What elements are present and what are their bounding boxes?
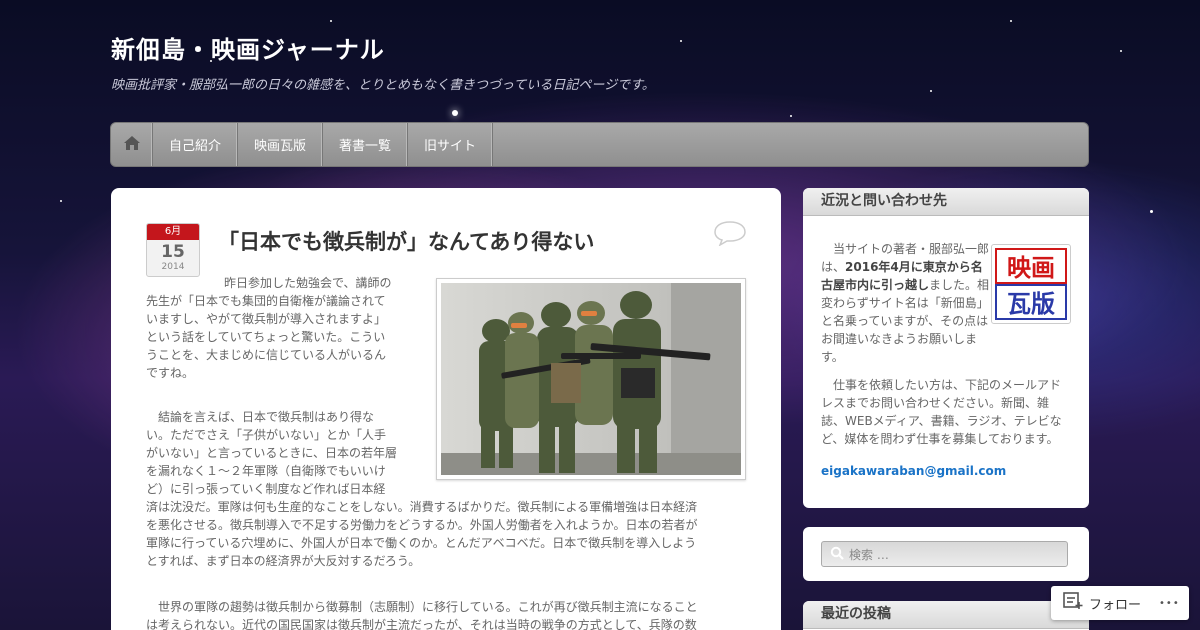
text-line: ですね。 [146,366,195,380]
search-placeholder: 検索 … [849,547,889,562]
post-paragraph-1: 昨日参加した勉強会で、講師の 先生が「日本でも集団的自衛権が議論されて いますし… [146,274,416,382]
logo-text-bottom: 瓦版 [1007,290,1055,318]
contact-text: 当サイトの著者・服部弘一郎は、2016年4月に東京から名古屋市内に引っ越しました… [821,240,991,366]
site-description: 映画批評家・服部弘一郎の日々の雑感を、とりとめもなく書きつづっている日記ページで… [111,78,655,93]
nav-home-button[interactable] [111,123,153,166]
text-line: という話をしていてちょっと驚いた。こうい [146,330,386,344]
sidebar-widget-contact: 近況と問い合わせ先 当サイトの著者・服部弘一郎は、2016年4月に東京から名古屋… [803,188,1089,508]
text-line: がいない」と言っているときに、日本の若年層 [146,446,398,460]
comment-bubble-icon[interactable] [713,220,747,247]
text-line: 結論を言えば、日本で徴兵制はあり得な [158,410,375,424]
text-line: 昨日参加した勉強会で、講師の [224,276,392,290]
post-date-month: 6月 [147,224,199,240]
text-line: い。ただでさえ「子供がいない」とか「人手 [146,428,387,442]
nav-item-books[interactable]: 著書一覧 [323,123,409,166]
follow-icon [1063,592,1083,614]
post-paragraph-2: 結論を言えば、日本で徴兵制はあり得な い。ただでさえ「子供がいない」とか「人手 … [146,408,746,570]
post-date-badge: 6月 15 2014 [146,223,200,277]
sidebar-widget-recent-posts: 最近の投稿 [803,601,1089,630]
text-line: 世界の軍隊の趨勢は徴兵制から徴募制（志願制）に移行している。これが再び徴兵制主流… [158,600,698,614]
post-date-day: 15 [161,242,185,262]
eiga-kawaraban-logo[interactable]: 映画 瓦版 [991,244,1071,324]
text-line: を悪化させる。徴兵制導入で不足する労働力をどうするか。外国人労働者を入れようか。… [146,518,698,532]
contact-email-link[interactable]: eigakawaraban@gmail.com [821,464,1006,478]
home-icon [123,135,141,155]
search-input[interactable]: 検索 … [821,541,1068,567]
text-line: いますし、やがて徴兵制が導入されますよ」 [146,312,387,326]
nav-item-profile[interactable]: 自己紹介 [153,123,239,166]
text-line: 先生が「日本でも集団的自衛権が議論されて [146,294,386,308]
widget-title-recent-posts: 最近の投稿 [803,601,1089,629]
contact-text-2: 仕事を依頼したい方は、下記のメールアドレスまでお問い合わせください。新聞、雑誌、… [821,376,1071,448]
text-line: 軍隊に行っている穴埋めに、外国人が日本で働くのか。とんだアベコベだ。日本で徴兵制… [146,536,697,550]
text-line: ど）に引っ張っていく制度など作れば日本経 [146,482,386,496]
post-date-year: 2014 [161,262,185,272]
follow-label: フォロー [1089,597,1142,613]
contact-text-2-body: 仕事を依頼したい方は、下記のメールアドレスまでお問い合わせください。新聞、雑誌、… [821,378,1062,446]
sidebar-widget-search: 検索 … [803,527,1089,581]
post-paragraph-3: 世界の軍隊の趨勢は徴兵制から徴募制（志願制）に移行している。これが再び徴兵制主流… [146,598,746,630]
post-article: 6月 15 2014 「日本でも徴兵制が」なんてあり得ない 昨日参加した勉強会で… [111,188,781,630]
text-line: とすれば、まず日本の経済界が大反対するだろう。 [146,554,421,568]
site-title[interactable]: 新佃島・映画ジャーナル [111,30,385,65]
nav-item-eiga-kawaraban[interactable]: 映画瓦版 [238,123,324,166]
text-line: うことを、大まじめに信じている人がいるん [146,348,387,362]
main-navigation: 自己紹介 映画瓦版 著書一覧 旧サイト [110,122,1089,167]
logo-text-top: 映画 [1007,254,1055,282]
text-line: 済は沈没だ。軍隊は何も生産的なことをしない。消費するばかりだ。徴兵制による軍備増… [146,500,698,514]
text-line: は考えられない。近代の国民国家は徴兵制が主流だったが、それは当時の戦争の方式とし… [146,618,697,630]
nav-item-old-site[interactable]: 旧サイト [408,123,494,166]
follow-button[interactable]: フォロー ••• [1051,586,1189,620]
search-icon [830,546,844,563]
post-title[interactable]: 「日本でも徴兵制が」なんてあり得ない [218,226,594,256]
more-options-icon[interactable]: ••• [1159,598,1180,609]
widget-title-contact: 近況と問い合わせ先 [803,188,1089,216]
text-line: を漏れなく１〜２年軍隊（自衛隊でもいいけ [146,464,386,478]
